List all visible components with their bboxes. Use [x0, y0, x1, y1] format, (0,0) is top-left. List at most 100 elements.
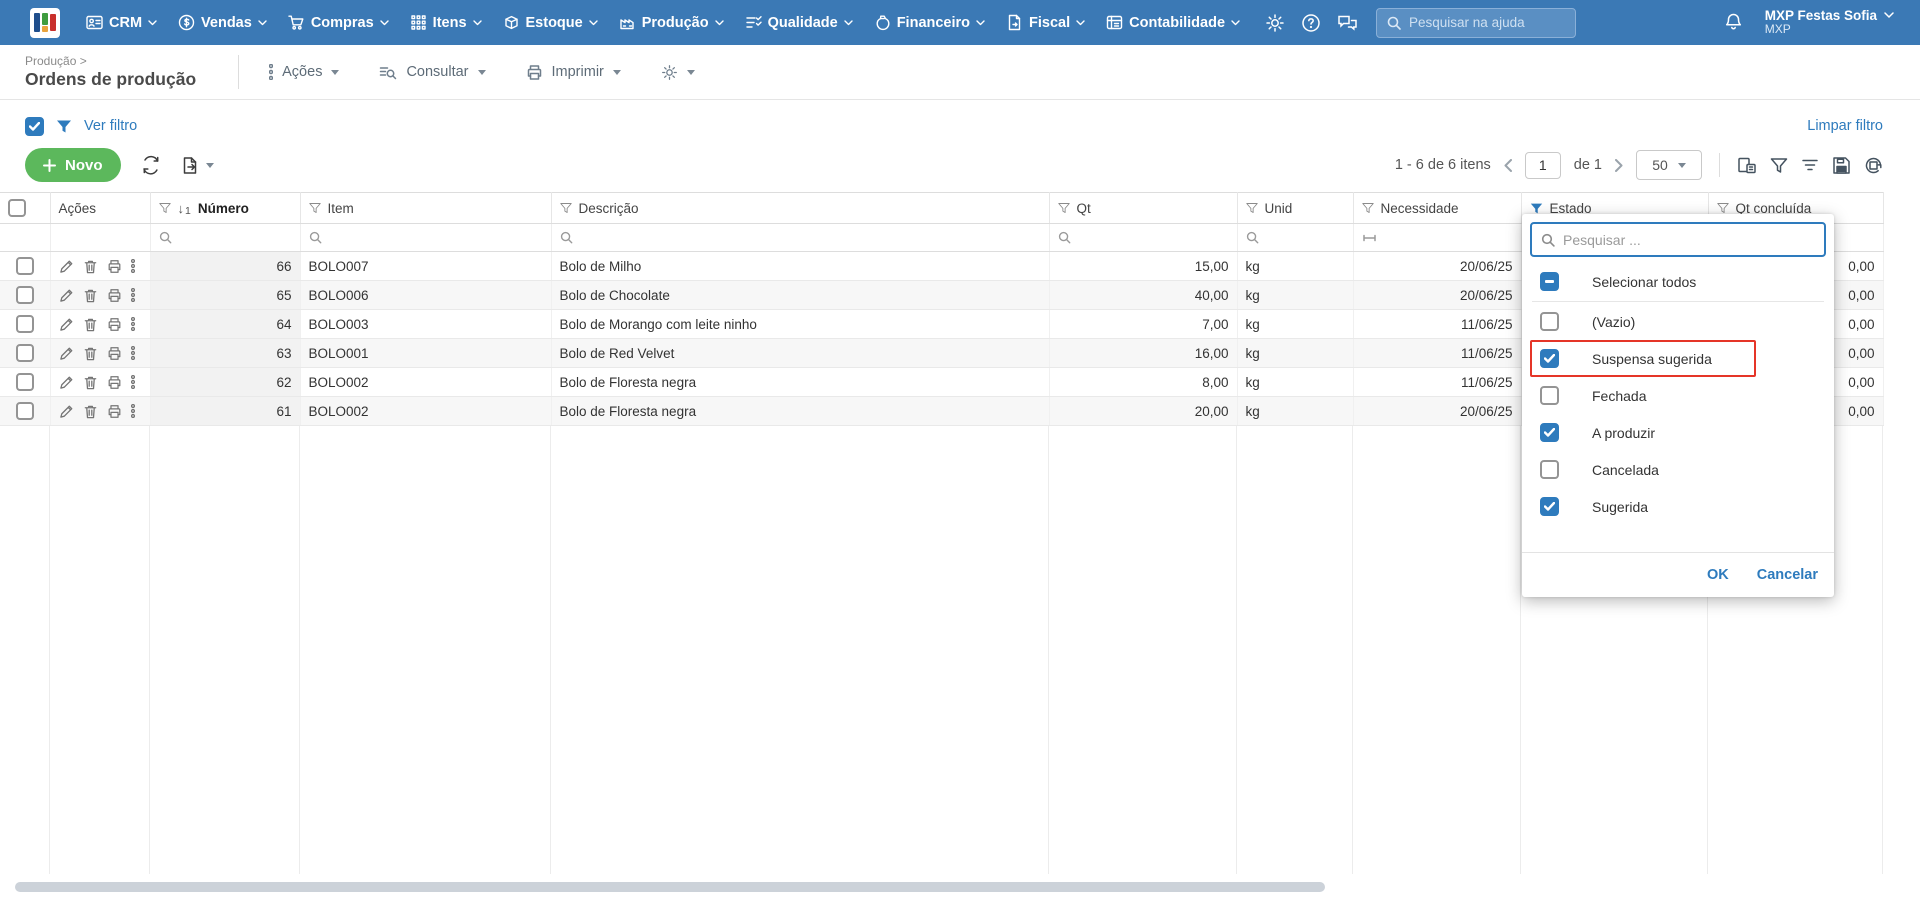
- help-search-input[interactable]: [1409, 15, 1560, 30]
- col-header-necessidade[interactable]: Necessidade: [1353, 192, 1522, 224]
- estado-option-selecionar-todos[interactable]: Selecionar todos: [1530, 263, 1826, 300]
- app-logo[interactable]: [30, 7, 60, 38]
- page-number-input[interactable]: [1524, 151, 1561, 179]
- edit-icon[interactable]: [59, 288, 74, 303]
- checkbox-unchecked[interactable]: [1540, 460, 1559, 479]
- save-layout-icon[interactable]: [1832, 156, 1851, 175]
- ver-filtro-link[interactable]: Ver filtro: [84, 118, 137, 134]
- prev-page-icon[interactable]: [1504, 158, 1512, 172]
- print-icon[interactable]: [107, 346, 122, 361]
- search-necessidade[interactable]: [1353, 223, 1522, 252]
- kebab-icon[interactable]: [130, 259, 135, 273]
- print-icon[interactable]: [107, 288, 122, 303]
- kebab-icon[interactable]: [130, 288, 135, 302]
- menu-qualidade[interactable]: Qualidade: [745, 14, 853, 31]
- gear-icon[interactable]: [1265, 13, 1285, 33]
- breadcrumb[interactable]: Produção >: [25, 54, 196, 68]
- print-icon[interactable]: [107, 317, 122, 332]
- row-checkbox[interactable]: [15, 286, 34, 304]
- print-icon[interactable]: [107, 259, 122, 274]
- estado-option-a-produzir[interactable]: A produzir: [1530, 414, 1826, 451]
- consultar-menu-button[interactable]: Consultar: [379, 64, 486, 81]
- kebab-icon[interactable]: [130, 404, 135, 418]
- select-all-checkbox[interactable]: [8, 199, 26, 217]
- col-header-unid[interactable]: Unid: [1237, 192, 1354, 224]
- estado-option-fechada[interactable]: Fechada: [1530, 377, 1826, 414]
- menu-producao[interactable]: Produção: [619, 14, 724, 31]
- delete-icon[interactable]: [83, 375, 98, 390]
- delete-icon[interactable]: [83, 346, 98, 361]
- delete-icon[interactable]: [83, 404, 98, 419]
- menu-financeiro[interactable]: Financeiro: [874, 14, 985, 31]
- ok-button[interactable]: OK: [1707, 567, 1729, 583]
- edit-icon[interactable]: [59, 317, 74, 332]
- menu-estoque[interactable]: Estoque: [503, 14, 598, 31]
- checkbox-checked[interactable]: [1540, 497, 1559, 516]
- user-menu[interactable]: MXP Festas Sofia MXP: [1765, 8, 1894, 37]
- filter-builder-icon[interactable]: [1770, 157, 1788, 174]
- print-icon[interactable]: [107, 375, 122, 390]
- col-header-descricao[interactable]: Descrição: [551, 192, 1050, 224]
- estado-option-vazio[interactable]: (Vazio): [1530, 303, 1826, 340]
- row-checkbox[interactable]: [15, 402, 34, 420]
- menu-vendas[interactable]: Vendas: [178, 14, 267, 31]
- page-size-select[interactable]: 50: [1636, 150, 1702, 180]
- filter-toggle-checkbox[interactable]: [25, 116, 44, 136]
- checkbox-unchecked[interactable]: [1540, 312, 1559, 331]
- estado-filter-search-input[interactable]: [1563, 231, 1793, 248]
- search-unid[interactable]: [1237, 223, 1354, 252]
- limpar-filtro-link[interactable]: Limpar filtro: [1807, 118, 1883, 134]
- delete-icon[interactable]: [83, 317, 98, 332]
- search-descricao[interactable]: [551, 223, 1050, 252]
- menu-fiscal[interactable]: Fiscal: [1006, 14, 1085, 31]
- kebab-icon[interactable]: [130, 375, 135, 389]
- print-icon[interactable]: [107, 404, 122, 419]
- cell-qt: 40,00: [1049, 280, 1238, 310]
- filter-row-toggle-icon[interactable]: [1801, 158, 1819, 172]
- checkbox-unchecked[interactable]: [1540, 386, 1559, 405]
- col-header-item[interactable]: Item: [300, 192, 552, 224]
- acoes-menu-button[interactable]: Ações: [269, 64, 340, 80]
- menu-crm[interactable]: CRM: [86, 14, 157, 31]
- menu-compras[interactable]: Compras: [288, 14, 389, 31]
- chat-icon[interactable]: [1337, 13, 1358, 33]
- row-checkbox[interactable]: [15, 373, 34, 391]
- edit-icon[interactable]: [59, 346, 74, 361]
- edit-icon[interactable]: [59, 375, 74, 390]
- horizontal-scrollbar-thumb[interactable]: [15, 882, 1325, 892]
- export-icon[interactable]: [181, 156, 214, 175]
- col-header-numero[interactable]: ↓ 1 Número: [150, 192, 301, 224]
- row-checkbox[interactable]: [15, 257, 34, 275]
- column-chooser-icon[interactable]: [1737, 156, 1757, 175]
- menu-contabilidade[interactable]: Contabilidade: [1106, 14, 1240, 31]
- checkbox-checked[interactable]: [1540, 349, 1559, 368]
- grid-settings-button[interactable]: [661, 64, 695, 81]
- col-header-qt[interactable]: Qt: [1049, 192, 1238, 224]
- row-checkbox[interactable]: [15, 344, 34, 362]
- filter-funnel-icon[interactable]: [56, 119, 72, 134]
- cancel-button[interactable]: Cancelar: [1757, 567, 1818, 583]
- checkbox-checked[interactable]: [1540, 423, 1559, 442]
- refresh-icon[interactable]: [141, 155, 161, 175]
- novo-button[interactable]: Novo: [25, 148, 121, 182]
- reset-layout-icon[interactable]: [1864, 156, 1883, 175]
- bell-icon[interactable]: [1724, 12, 1743, 33]
- kebab-icon[interactable]: [130, 317, 135, 331]
- imprimir-menu-button[interactable]: Imprimir: [526, 64, 621, 81]
- edit-icon[interactable]: [59, 259, 74, 274]
- edit-icon[interactable]: [59, 404, 74, 419]
- estado-option-sugerida[interactable]: Sugerida: [1530, 488, 1826, 525]
- estado-option-cancelada[interactable]: Cancelada: [1530, 451, 1826, 488]
- search-numero[interactable]: [150, 223, 301, 252]
- kebab-icon[interactable]: [130, 346, 135, 360]
- checkbox-indeterminate[interactable]: [1540, 272, 1559, 291]
- estado-option-suspensa-sugerida[interactable]: Suspensa sugerida: [1530, 340, 1756, 377]
- search-qt[interactable]: [1049, 223, 1238, 252]
- menu-itens[interactable]: Itens: [410, 14, 482, 31]
- next-page-icon[interactable]: [1615, 158, 1623, 172]
- delete-icon[interactable]: [83, 259, 98, 274]
- row-checkbox[interactable]: [15, 315, 34, 333]
- delete-icon[interactable]: [83, 288, 98, 303]
- search-item[interactable]: [300, 223, 552, 252]
- help-icon[interactable]: [1301, 13, 1321, 33]
